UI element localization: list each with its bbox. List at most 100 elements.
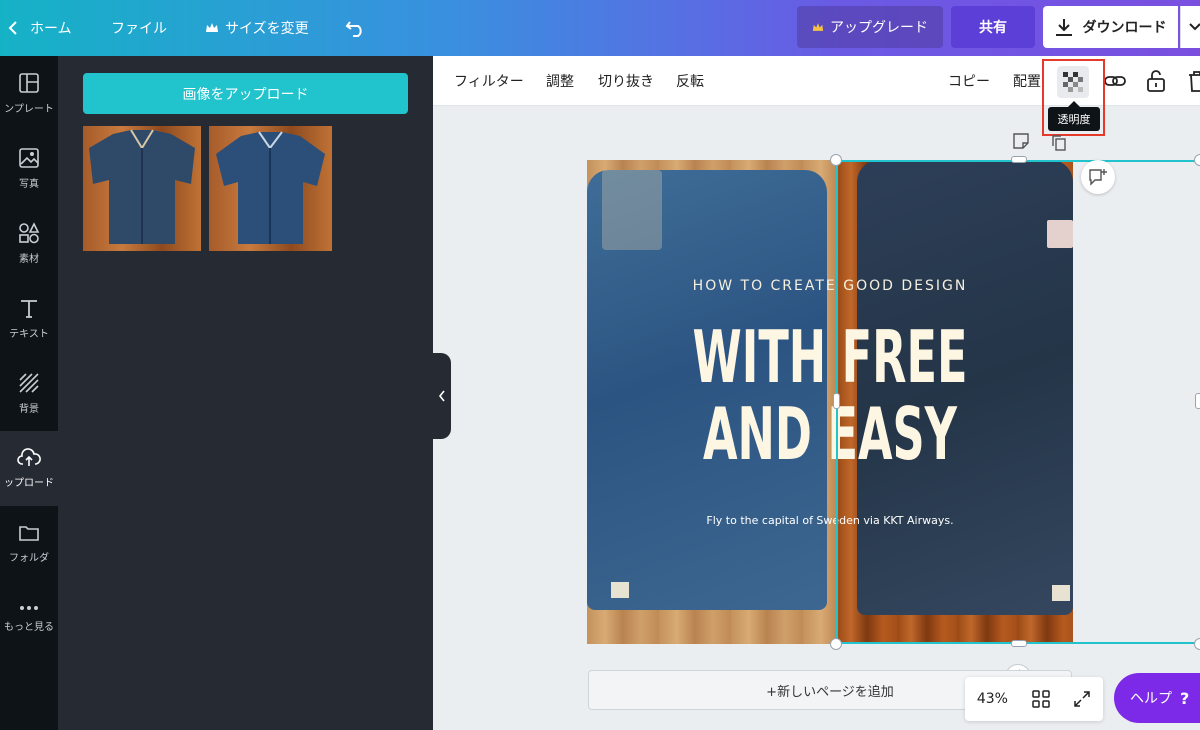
download-button[interactable]: ダウンロード [1043, 6, 1178, 48]
nav-label: フォルダ [9, 553, 49, 564]
copy-label: コピー [948, 74, 990, 90]
nav-item-more[interactable]: もっと見る [0, 581, 58, 656]
arrange-button[interactable]: 配置 [1013, 56, 1041, 106]
copy-button[interactable]: コピー [948, 56, 990, 106]
design-tagline[interactable]: Fly to the capital of Sweden via KKT Air… [587, 514, 1073, 527]
upgrade-label: アップグレード [830, 20, 928, 36]
upgrade-button[interactable]: アップグレード [797, 6, 943, 48]
nav-item-text[interactable]: テキスト [0, 281, 58, 356]
design-headline-line1[interactable]: WITH FREE [679, 318, 980, 396]
background-icon [19, 373, 39, 393]
folder-icon [19, 526, 39, 541]
download-options-button[interactable] [1180, 6, 1200, 48]
photo-icon [19, 148, 39, 168]
nav-label: テキスト [9, 329, 49, 340]
flip-label: 反転 [676, 74, 704, 90]
resize-handle[interactable] [1011, 640, 1027, 647]
resize-handle[interactable] [1194, 638, 1200, 650]
shirt-tag [611, 582, 629, 598]
add-comment-button[interactable] [1081, 160, 1115, 194]
resize-handle[interactable] [830, 638, 842, 650]
adjust-label: 調整 [546, 74, 574, 90]
shirt-collar [602, 170, 662, 250]
uploads-panel: 画像をアップロード [58, 56, 433, 730]
resize-handle[interactable] [1011, 156, 1027, 163]
download-icon [1055, 19, 1072, 36]
design-headline-line2[interactable]: AND EASY [679, 395, 980, 473]
arrange-label: 配置 [1013, 74, 1041, 90]
shirt-image [89, 129, 195, 244]
chevron-down-icon [1189, 23, 1200, 31]
trash-icon [1189, 71, 1200, 92]
uploaded-image-thumbnail[interactable] [209, 126, 332, 251]
crown-icon [206, 23, 218, 32]
delete-button[interactable] [1188, 56, 1200, 106]
collapse-panel-button[interactable] [433, 353, 451, 439]
home-label: ホーム [30, 21, 72, 37]
nav-item-elements[interactable]: 素材 [0, 206, 58, 281]
uploaded-image-thumbnail[interactable] [83, 126, 201, 251]
file-label: ファイル [111, 21, 167, 37]
notes-icon[interactable] [1012, 132, 1030, 150]
crop-label: 切り抜き [598, 74, 654, 90]
upload-icon [17, 448, 41, 466]
flip-button[interactable]: 反転 [676, 56, 704, 106]
nav-item-background[interactable]: 背景 [0, 356, 58, 431]
shirt-image [216, 131, 325, 244]
lock-button[interactable] [1146, 56, 1166, 106]
nav-label: 写真 [19, 179, 39, 190]
zoom-controls: 43% [965, 677, 1103, 721]
download-label: ダウンロード [1082, 20, 1167, 36]
nav-label: ップロード [4, 478, 54, 489]
filter-button[interactable]: フィルター [454, 56, 524, 106]
text-icon [21, 300, 37, 318]
link-button[interactable] [1104, 56, 1126, 106]
resize-label: サイズを変更 [225, 21, 309, 37]
file-menu[interactable]: ファイル [111, 0, 167, 56]
nav-item-folders[interactable]: フォルダ [0, 506, 58, 581]
help-button[interactable]: ヘルプ ? [1114, 673, 1200, 723]
nav-item-templates[interactable]: ンプレート [0, 56, 58, 131]
nav-label: 背景 [19, 404, 39, 415]
help-question-icon: ? [1180, 688, 1190, 708]
zoom-level[interactable]: 43% [977, 691, 1008, 707]
highlight-box [1042, 59, 1105, 136]
shirt-tag [1052, 585, 1070, 601]
nav-label: ンプレート [4, 104, 54, 115]
nav-item-photos[interactable]: 写真 [0, 131, 58, 206]
resize-handle[interactable] [1195, 393, 1200, 409]
resize-handle[interactable] [830, 154, 842, 166]
comment-icon [1089, 169, 1107, 186]
more-icon [20, 606, 38, 610]
link-icon [1104, 76, 1126, 86]
resize-button[interactable]: サイズを変更 [205, 0, 309, 56]
resize-handle[interactable] [1194, 154, 1200, 166]
add-page-label: +新しいページを追加 [766, 684, 894, 700]
crop-button[interactable]: 切り抜き [598, 56, 654, 106]
duplicate-page-icon[interactable] [1050, 134, 1068, 152]
chevron-left-icon [438, 390, 445, 402]
upload-image-button[interactable]: 画像をアップロード [83, 73, 408, 114]
upload-image-label: 画像をアップロード [182, 86, 309, 103]
undo-button[interactable] [345, 0, 367, 56]
elements-icon [19, 222, 40, 244]
fullscreen-icon[interactable] [1073, 690, 1091, 708]
grid-view-icon[interactable] [1031, 690, 1050, 708]
filter-label: フィルター [454, 74, 524, 90]
home-link[interactable]: ホーム [8, 0, 72, 56]
resize-handle[interactable] [833, 393, 840, 409]
share-button[interactable]: 共有 [951, 6, 1035, 48]
template-icon [19, 73, 39, 93]
shirt-label [1047, 220, 1073, 248]
crown-icon [812, 22, 824, 31]
nav-item-uploads[interactable]: ップロード [0, 431, 58, 506]
nav-label: もっと見る [4, 622, 54, 633]
undo-icon [345, 21, 362, 37]
adjust-button[interactable]: 調整 [546, 56, 574, 106]
top-bar: ホーム ファイル サイズを変更 アップグレード 共有 ダウンロード [0, 0, 1200, 56]
unlock-icon [1147, 70, 1165, 92]
nav-label: 素材 [19, 254, 39, 265]
help-label: ヘルプ [1130, 691, 1172, 707]
design-subtitle[interactable]: HOW TO CREATE GOOD DESIGN [587, 278, 1073, 294]
share-label: 共有 [979, 20, 1007, 36]
